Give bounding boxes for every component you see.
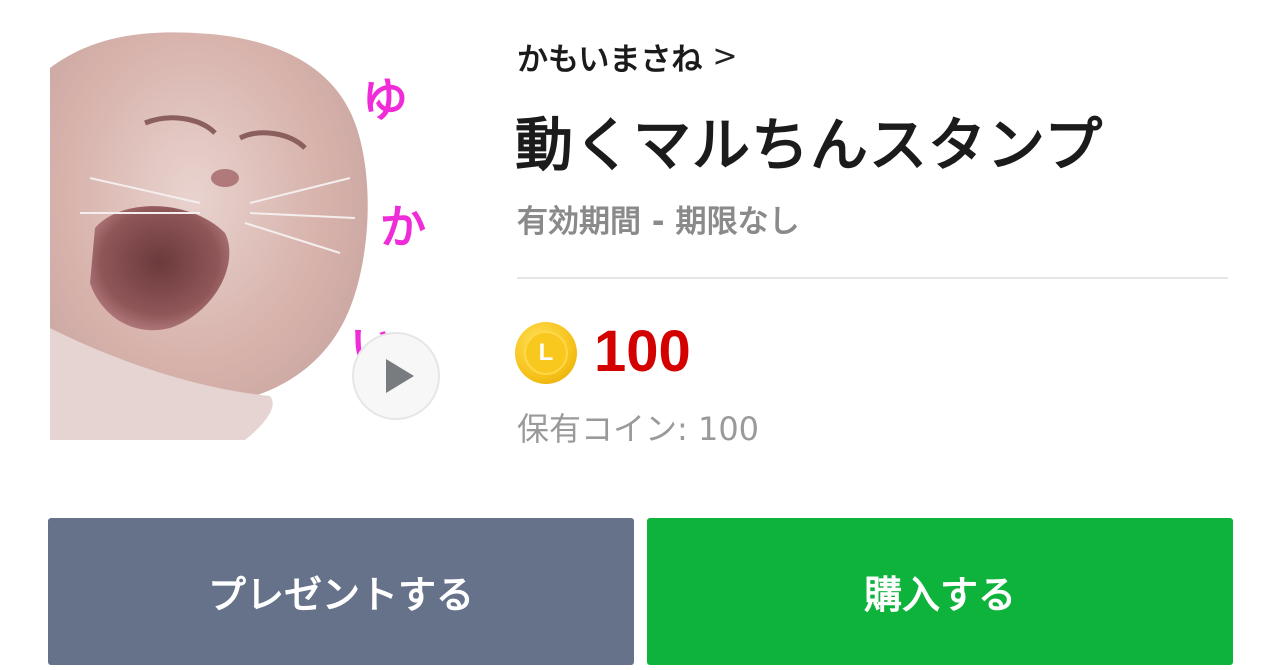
owned-coins: 保有コイン: 100: [517, 410, 760, 448]
divider: [517, 277, 1228, 279]
sticker-title: 動くマルちんスタンプ: [515, 111, 1104, 179]
handwritten-char-1: ゆ: [362, 73, 408, 127]
play-icon: [386, 359, 414, 393]
line-coin-icon: L: [515, 322, 577, 384]
play-preview-button[interactable]: [352, 332, 440, 420]
gift-button[interactable]: プレゼントする: [48, 518, 634, 665]
sticker-detail-page: ゆ か い かもいまさね > 動くマルちんスタンプ 有効期間 - 期限なし L …: [0, 0, 1280, 670]
buy-button[interactable]: 購入する: [647, 518, 1233, 665]
validity-period: 有効期間 - 期限なし: [517, 204, 800, 240]
author-link[interactable]: かもいまさね >: [517, 34, 738, 79]
author-name: かもいまさね: [517, 42, 703, 78]
price-amount: 100: [594, 319, 691, 384]
handwritten-char-2: か: [380, 200, 426, 254]
chevron-right-icon: >: [712, 39, 738, 74]
